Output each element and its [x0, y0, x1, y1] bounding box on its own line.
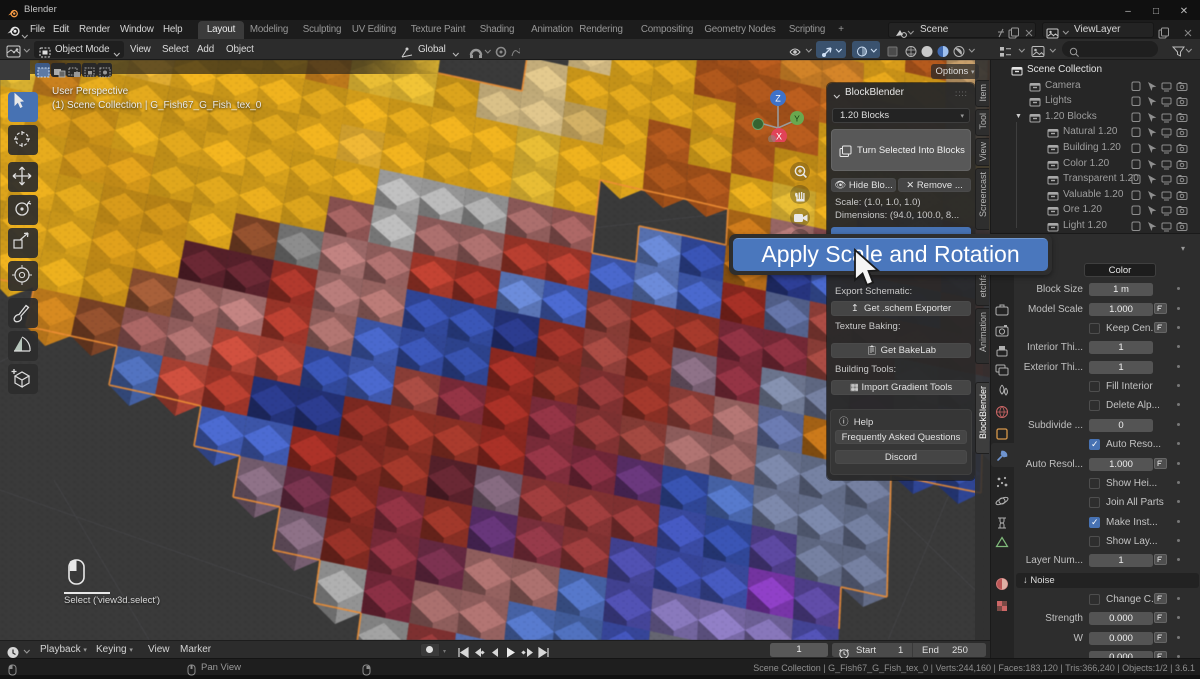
svg-text:X: X	[776, 132, 782, 142]
svg-text:Y: Y	[794, 114, 800, 124]
svg-text:Z: Z	[775, 94, 781, 104]
